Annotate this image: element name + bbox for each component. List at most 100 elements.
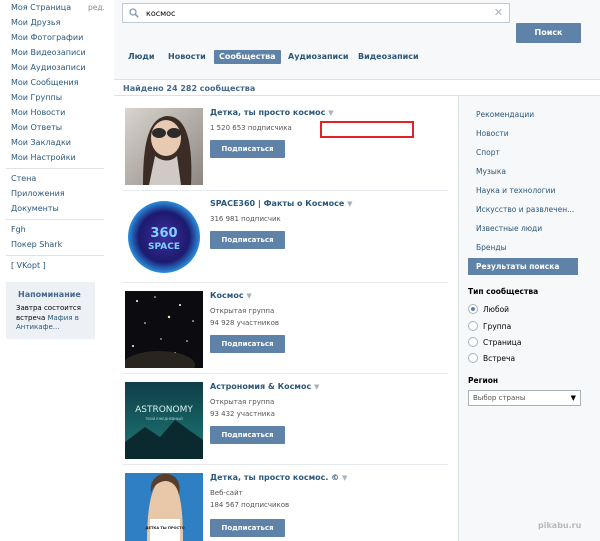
results-count: Найдено 24 282 сообщества: [123, 84, 256, 93]
community-type: Веб-сайт: [210, 489, 243, 497]
tab-audio[interactable]: Аудиозаписи: [288, 50, 349, 64]
close-icon[interactable]: ✕: [493, 7, 504, 18]
tab-communities[interactable]: Сообщества: [214, 50, 281, 64]
region-heading: Регион: [468, 376, 499, 385]
search-button[interactable]: Поиск: [516, 23, 581, 43]
sidebar-item-my-page[interactable]: Моя Страница: [11, 3, 71, 13]
community-avatar[interactable]: ASTRONOMY ТВОЙ ЕЖЕДНЕВНЫЙ: [125, 382, 203, 459]
subscribe-button[interactable]: Подписаться: [210, 426, 285, 444]
subscriber-count: 1 520 653 подписчика: [210, 124, 292, 132]
radio-group[interactable]: [468, 321, 478, 331]
chevron-down-icon: ▼: [570, 394, 576, 402]
sidebar-item-documents[interactable]: Документы: [11, 204, 59, 214]
sidebar-item-poker[interactable]: Покер Shark: [11, 240, 62, 250]
member-count: 94 928 участников: [210, 319, 279, 327]
logo-text: SPACE: [148, 242, 180, 252]
logo-text: ТВОЙ ЕЖЕДНЕВНЫЙ: [144, 416, 183, 421]
sidebar-item-messages[interactable]: Мои Сообщения: [11, 78, 79, 88]
main-content: космос ✕ Поиск Люди Новости Сообщества А…: [114, 0, 600, 541]
filter-panel: Рекомендации Новости Спорт Музыка Наука …: [458, 96, 600, 541]
sidebar-item-friends[interactable]: Мои Друзья: [11, 18, 60, 28]
sidebar-item-videos[interactable]: Мои Видеозаписи: [11, 48, 86, 58]
subscriber-count: 316 981 подписчик: [210, 215, 281, 223]
filter-art[interactable]: Искусство и развлечен...: [476, 205, 574, 214]
community-avatar[interactable]: 360 SPACE: [125, 199, 203, 276]
divider: [123, 282, 448, 283]
dropdown-arrow-icon[interactable]: ▼: [347, 200, 352, 208]
subscribe-button[interactable]: Подписаться: [210, 140, 285, 158]
sidebar-item-news[interactable]: Мои Новости: [11, 108, 65, 118]
shirt-text: ДЕТКА ТЫ ПРОСТО: [145, 526, 184, 530]
filter-search-results[interactable]: Результаты поиска: [468, 258, 578, 275]
subscribe-button[interactable]: Подписаться: [210, 519, 285, 537]
sidebar-item-fgh[interactable]: Fgh: [11, 225, 26, 235]
dropdown-arrow-icon[interactable]: ▼: [328, 109, 333, 117]
sidebar-item-audio[interactable]: Мои Аудиозаписи: [11, 63, 86, 73]
filter-news[interactable]: Новости: [476, 129, 509, 138]
community-avatar[interactable]: ДЕТКА ТЫ ПРОСТО: [125, 473, 203, 541]
watermark: pikabu.ru: [538, 521, 582, 530]
tab-news[interactable]: Новости: [168, 50, 206, 64]
tab-people[interactable]: Люди: [128, 50, 155, 64]
search-input[interactable]: космос ✕: [122, 3, 510, 23]
sidebar-item-apps[interactable]: Приложения: [11, 189, 65, 199]
dropdown-arrow-icon[interactable]: ▼: [246, 292, 251, 300]
filter-brands[interactable]: Бренды: [476, 243, 507, 252]
list-item: Космос ▼ Открытая группа 94 928 участник…: [125, 291, 445, 371]
list-item: 360 SPACE SPACE360 | Факты о Космосе ▼ 3…: [125, 199, 445, 279]
list-item: ASTRONOMY ТВОЙ ЕЖЕДНЕВНЫЙ Астрономия & К…: [125, 382, 445, 462]
sidebar-item-photos[interactable]: Мои Фотографии: [11, 33, 83, 43]
search-header: космос ✕ Поиск Люди Новости Сообщества А…: [114, 0, 600, 80]
dropdown-arrow-icon[interactable]: ▼: [314, 383, 319, 391]
sidebar-item-answers[interactable]: Мои Ответы: [11, 123, 62, 133]
list-item: ДЕТКА ТЫ ПРОСТО Детка, ты просто космос.…: [125, 473, 445, 541]
filter-celebrities[interactable]: Известные люди: [476, 224, 542, 233]
tab-video[interactable]: Видеозаписи: [358, 50, 419, 64]
filter-science[interactable]: Наука и технологии: [476, 186, 555, 195]
divider: [123, 464, 448, 465]
radio-label[interactable]: Встреча: [483, 354, 515, 363]
dropdown-arrow-icon[interactable]: ▼: [342, 474, 347, 482]
community-name[interactable]: Детка, ты просто космос. © ▼: [210, 473, 347, 482]
subscribe-button[interactable]: Подписаться: [210, 335, 285, 353]
sidebar-item-vkopt[interactable]: [ VKopt ]: [11, 261, 46, 271]
reminder-title: Напоминание: [18, 290, 81, 299]
community-type-heading: Тип сообщества: [468, 287, 539, 296]
sidebar-divider: [6, 219, 104, 220]
radio-page[interactable]: [468, 337, 478, 347]
radio-label[interactable]: Группа: [483, 322, 511, 331]
logo-text: 360: [150, 226, 177, 241]
community-avatar[interactable]: [125, 108, 203, 185]
sidebar-item-groups[interactable]: Мои Группы: [11, 93, 62, 103]
radio-label[interactable]: Любой: [483, 305, 509, 314]
search-query: космос: [146, 9, 176, 18]
member-count: 93 432 участника: [210, 410, 275, 418]
community-name[interactable]: Космос ▼: [210, 291, 252, 300]
sidebar-item-wall[interactable]: Стена: [11, 174, 36, 184]
reminder-box: Напоминание Завтра состоится встреча Маф…: [6, 282, 95, 339]
community-type: Открытая группа: [210, 307, 275, 315]
region-select[interactable]: Выбор страны ▼: [468, 390, 581, 406]
list-item: Детка, ты просто космос ▼ 1 520 653 подп…: [125, 108, 445, 188]
sidebar-divider: [6, 168, 104, 169]
radio-event[interactable]: [468, 353, 478, 363]
sidebar-item-bookmarks[interactable]: Мои Закладки: [11, 138, 71, 148]
filter-music[interactable]: Музыка: [476, 167, 506, 176]
search-icon: [129, 8, 139, 18]
edit-link[interactable]: ред.: [88, 3, 105, 12]
radio-any[interactable]: [468, 304, 478, 314]
community-avatar[interactable]: [125, 291, 203, 368]
filter-recommendations[interactable]: Рекомендации: [476, 110, 534, 119]
community-name[interactable]: SPACE360 | Факты о Космосе ▼: [210, 199, 352, 208]
subscriber-count: 184 567 подписчиков: [210, 501, 290, 509]
community-name[interactable]: Детка, ты просто космос ▼: [210, 108, 334, 117]
filter-sport[interactable]: Спорт: [476, 148, 500, 157]
subscribe-button[interactable]: Подписаться: [210, 231, 285, 249]
left-sidebar: Моя Страница ред. Мои Друзья Мои Фотогра…: [0, 0, 112, 541]
highlight-box: [320, 121, 414, 138]
community-name[interactable]: Астрономия & Космос ▼: [210, 382, 319, 391]
reminder-text: Завтра состоится встреча Мафия в Антикаф…: [16, 304, 92, 333]
radio-label[interactable]: Страница: [483, 338, 521, 347]
divider: [123, 373, 448, 374]
sidebar-item-settings[interactable]: Мои Настройки: [11, 153, 76, 163]
